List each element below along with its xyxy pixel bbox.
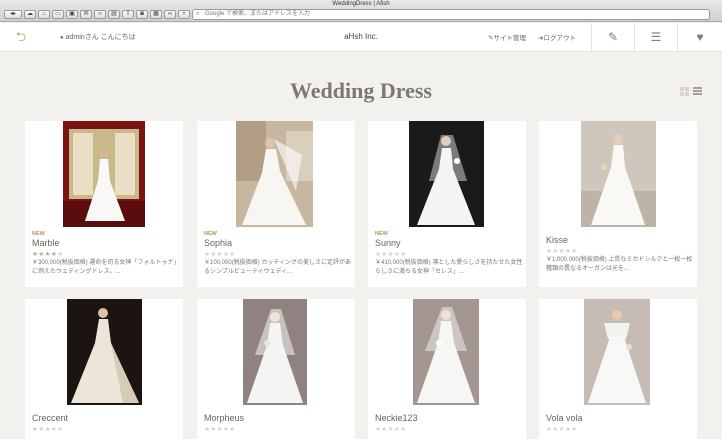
product-photo[interactable] [236, 121, 313, 227]
new-badge: NEW [204, 231, 217, 237]
new-badge: NEW [32, 231, 45, 237]
product-photo[interactable] [409, 121, 484, 227]
favorites-button[interactable]: ♥ [677, 23, 722, 52]
search-icon: ⌕ [196, 11, 200, 17]
tab-icon[interactable]: ▤ [108, 10, 120, 19]
hamburger-icon: ☰ [650, 30, 662, 44]
back-arrow-icon[interactable]: ⮌ [12, 29, 30, 45]
product-description: ￥1,000,000(税抜価格) 上質なミカドシルクと一枚一枚種類の異なるオーガ… [546, 257, 693, 272]
rating-stars: ★★★★★ [32, 426, 64, 433]
logout-link[interactable]: ➜ログアウト [538, 32, 576, 42]
share-icon[interactable]: ⇧ [122, 10, 134, 19]
product-description: ￥300,000(税抜価格) 運命を司る女神「フォルトゥナ」に例えたウェディング… [32, 260, 180, 275]
product-name[interactable]: Neckie123 [375, 413, 418, 423]
rating-stars: ★★★★★ [204, 426, 236, 433]
product-photo[interactable] [584, 299, 650, 405]
browser-chrome: WeddingDress | Afish ◂▸ ☁ ⌂ ▭ ▣ ✉ ‹› ▤ ⇧… [0, 0, 722, 22]
product-name[interactable]: Crecсent [32, 413, 68, 423]
list-view-icon[interactable] [693, 87, 702, 96]
address-placeholder: Google で検索、またはアドレスを入力 [205, 11, 311, 17]
product-card[interactable]: Vola vola ★★★★★ [539, 299, 697, 439]
site-admin-link[interactable]: ✎サイト管理 [488, 32, 526, 42]
edit-icon: ✎ [607, 30, 619, 44]
window-title: WeddingDress | Afish [332, 1, 390, 7]
product-photo[interactable] [67, 299, 142, 405]
product-name[interactable]: Kisse [546, 235, 568, 245]
heart-icon: ♥ [696, 30, 704, 44]
product-name[interactable]: Morpheus [204, 413, 244, 423]
product-photo[interactable] [581, 121, 656, 227]
product-card[interactable]: NEW Sophia ★★★★★ ￥100,000(税抜価格) カッティングの美… [197, 121, 355, 287]
back-forward-button[interactable]: ◂▸ [4, 10, 22, 19]
product-card[interactable]: Crecсent ★★★★★ [25, 299, 183, 439]
menu-button[interactable]: ☰ [634, 23, 677, 52]
site-admin-label: サイト管理 [493, 35, 526, 42]
product-card[interactable]: Kisse ★★★★★ ￥1,000,000(税抜価格) 上質なミカドシルクと一… [539, 121, 697, 287]
grid-view-icon[interactable] [680, 87, 689, 96]
rating-stars: ★★★★★ [546, 248, 578, 255]
greeting-text: adminさん こんにちは [65, 34, 136, 41]
reading-list-icon[interactable]: ▣ [66, 10, 78, 19]
product-card[interactable]: Morpheus ★★★★★ [197, 299, 355, 439]
rating-stars: ★★★★★ [546, 426, 578, 433]
rating-stars: ★★★★★ [204, 251, 236, 258]
product-description: ￥100,000(税抜価格) カッティングの美しさに定評があるシンプルビューティ… [204, 260, 351, 275]
product-card[interactable]: Neckie123 ★★★★★ [368, 299, 526, 439]
product-name[interactable]: Vola vola [546, 413, 583, 423]
view-toggle [680, 87, 702, 96]
edit-button[interactable]: ✎ [591, 23, 634, 52]
extension-icon[interactable]: ◙ [136, 10, 148, 19]
product-name[interactable]: Marble [32, 238, 60, 248]
bookmark-icon[interactable]: ▦ [150, 10, 162, 19]
app-header: ⮌ ● adminさん こんにちは aHsh Inc. ✎サイト管理 ➜ログアウト… [0, 23, 722, 52]
new-badge: NEW [375, 231, 388, 237]
product-name[interactable]: Sunny [375, 238, 401, 248]
page-title: Wedding Dress [289, 78, 432, 103]
home-icon[interactable]: ⌂ [38, 10, 50, 19]
product-photo[interactable] [63, 121, 145, 227]
code-icon[interactable]: ‹› [94, 10, 106, 19]
user-icon: ● [60, 35, 64, 41]
user-greeting: ● adminさん こんにちは [60, 32, 136, 42]
address-bar[interactable]: ⌕ Google で検索、またはアドレスを入力 [192, 9, 710, 20]
browser-toolbar: ◂▸ ☁ ⌂ ▭ ▣ ✉ ‹› ▤ ⇧ ◙ ▦ ∞ + [4, 10, 190, 20]
mail-icon[interactable]: ✉ [80, 10, 92, 19]
product-card[interactable]: NEW Marble ★★★★★ ￥300,000(税抜価格) 運命を司る女神「… [25, 121, 183, 287]
logout-label: ログアウト [543, 35, 576, 42]
bookmarks-icon[interactable]: ▭ [52, 10, 64, 19]
cloud-icon[interactable]: ☁ [24, 10, 36, 19]
product-name[interactable]: Sophia [204, 238, 232, 248]
link-icon[interactable]: ∞ [164, 10, 176, 19]
rating-stars: ★★★★★ [32, 251, 64, 258]
rating-stars: ★★★★★ [375, 426, 407, 433]
rating-stars: ★★★★★ [375, 251, 407, 258]
new-tab-icon[interactable]: + [178, 10, 190, 19]
product-photo[interactable] [413, 299, 479, 405]
product-card[interactable]: NEW Sunny ★★★★★ ￥410,000(税抜価格) 凛とした愛らしさを… [368, 121, 526, 287]
product-description: ￥410,000(税抜価格) 凛とした愛らしさを持たせた女性らしさに満ちる女神「… [375, 260, 523, 275]
product-photo[interactable] [243, 299, 307, 405]
